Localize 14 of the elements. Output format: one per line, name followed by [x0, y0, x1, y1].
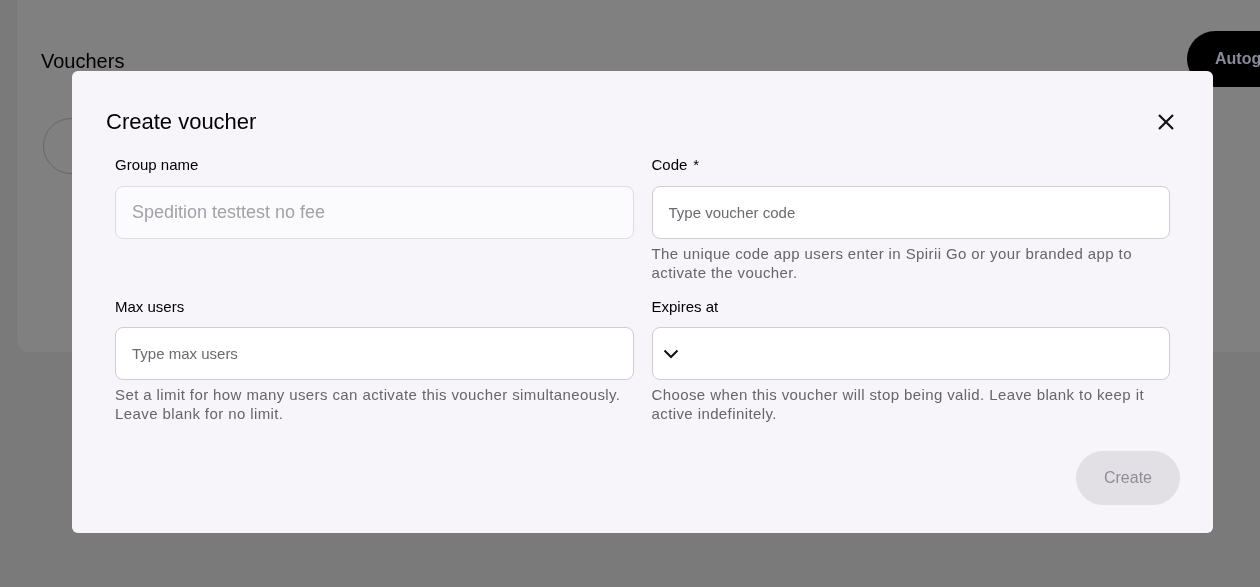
field-label: Max users — [115, 296, 186, 317]
help-text: The unique code app users enter in Spirii Go or your branded app to activate the voucher. — [651, 243, 1133, 282]
field-label: Group name — [115, 155, 200, 175]
chevron-down-icon — [662, 348, 679, 359]
field-label: Expires at — [651, 296, 720, 317]
dialog-title: Create voucher — [106, 108, 257, 136]
page-title: Vouchers — [41, 49, 125, 74]
required-mark: * — [693, 155, 700, 175]
close-icon[interactable] — [1157, 112, 1175, 131]
input-field[interactable]: Type max users — [115, 327, 634, 380]
input-field[interactable]: Type voucher code — [651, 185, 1170, 239]
help-text: Set a limit for how many users can activate this voucher simultaneously. Leave blank for no limit. — [115, 385, 622, 423]
field-label: Code — [651, 155, 688, 175]
help-text: Choose when this voucher will stop being valid. Leave blank to keep it active indefinitely. — [651, 385, 1145, 423]
